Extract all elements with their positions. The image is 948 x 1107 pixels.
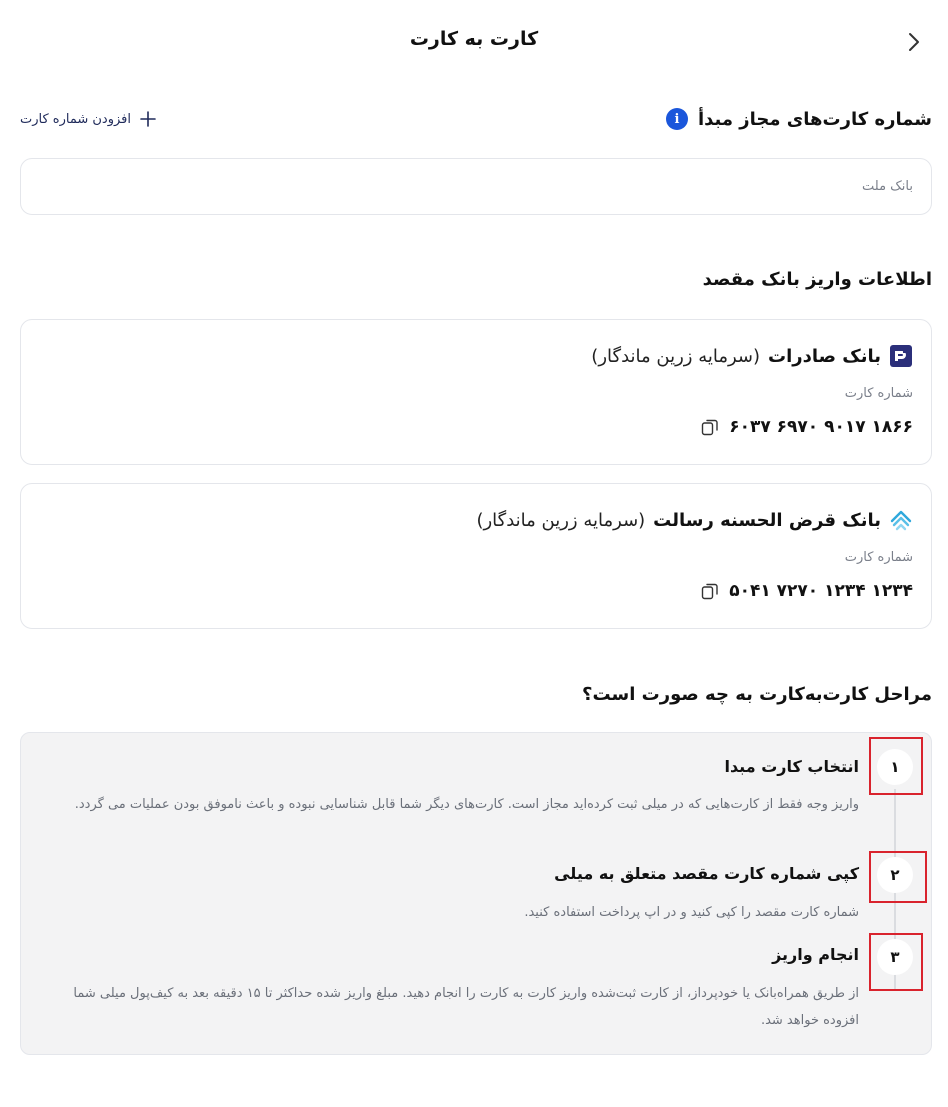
bank-saderat-logo-icon [889,344,913,368]
origin-cards-title: شماره کارت‌های مجاز مبدأ [697,108,932,130]
step-description: واریز وجه فقط از کارت‌هایی که در میلی ثب… [74,797,859,812]
origin-cards-title-group: شماره کارت‌های مجاز مبدأ i [665,108,932,130]
bank-name: بانک قرض الحسنه رسالت [653,509,881,531]
card-number-label: شماره کارت [844,550,913,565]
card-number: ۵۰۴۱ ۷۲۷۰ ۱۲۳۴ ۱۲۳۴ [729,581,913,601]
page-header: کارت به کارت [0,0,948,80]
destination-card: بانک قرض الحسنه رسالت (سرمایه زرین ماندگ… [20,483,932,629]
steps-title: مراحل کارت‌به‌کارت به چه صورت است؟ [582,683,932,705]
origin-cards-header: شماره کارت‌های مجاز مبدأ i افزودن شماره … [20,104,932,134]
page-title: کارت به کارت [409,28,539,50]
info-icon[interactable]: i [665,108,688,130]
origin-card-item[interactable]: بانک ملت [20,158,932,215]
add-card-label: افزودن شماره کارت [20,111,132,127]
steps-header: مراحل کارت‌به‌کارت به چه صورت است؟ [20,678,932,710]
destination-header: اطلاعات واریز بانک مقصد [20,264,932,294]
card-number: ۶۰۳۷ ۶۹۷۰ ۹۰۱۷ ۱۸۶۶ [729,417,913,437]
bank-info-row: بانک قرض الحسنه رسالت (سرمایه زرین ماندگ… [476,508,913,532]
steps-panel: ۱ انتخاب کارت مبدا واریز وجه فقط از کارت… [20,732,932,1055]
add-card-button[interactable]: افزودن شماره کارت [20,110,157,128]
bank-resalat-logo-icon [889,508,913,532]
card-number-label: شماره کارت [844,386,913,401]
account-owner: (سرمایه زرین ماندگار) [591,345,761,367]
bank-name: بانک صادرات [768,345,881,367]
step-number: ۳ [877,939,913,975]
copy-icon[interactable] [699,416,721,438]
plus-icon [140,111,156,127]
destination-card: بانک صادرات (سرمایه زرین ماندگار) شماره … [20,319,932,465]
step-title: انتخاب کارت مبدا [724,757,859,776]
step-title: کپی شماره کارت مقصد متعلق به میلی [554,864,859,883]
step-number: ۱ [877,749,913,785]
account-owner: (سرمایه زرین ماندگار) [476,509,646,531]
origin-bank-name: بانک ملت [862,179,913,194]
card-number-row: ۶۰۳۷ ۶۹۷۰ ۹۰۱۷ ۱۸۶۶ [699,416,913,438]
copy-icon[interactable] [699,580,721,602]
step-description: شماره کارت مقصد را کپی کنید و در اپ پردا… [524,905,859,920]
destination-title: اطلاعات واریز بانک مقصد [702,268,932,290]
card-number-row: ۵۰۴۱ ۷۲۷۰ ۱۲۳۴ ۱۲۳۴ [699,580,913,602]
step-number: ۲ [877,857,913,893]
step-description: از طریق همراه‌بانک یا خودپرداز، از کارت … [73,986,859,1028]
bank-info-row: بانک صادرات (سرمایه زرین ماندگار) [591,344,913,368]
step-title: انجام واریز [772,945,859,964]
